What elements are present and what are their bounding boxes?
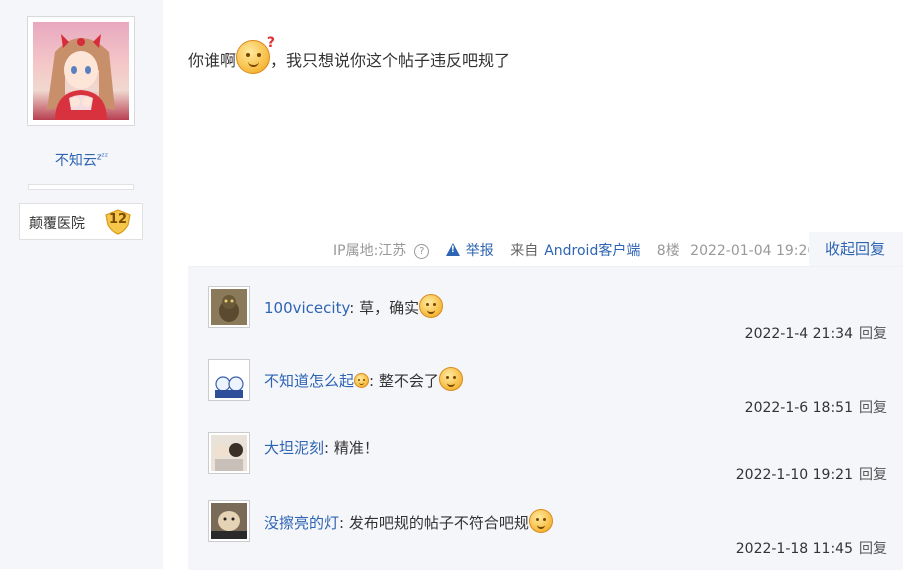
author-avatar[interactable] <box>27 16 135 126</box>
commenter-username[interactable]: 不知道怎么起 <box>264 372 354 390</box>
ip-location: IP属地:江苏? <box>333 243 435 259</box>
report-label: 举报 <box>465 243 494 259</box>
comment-text-row: 100vicecity: 草，确实 <box>264 294 444 318</box>
post-source: 来自 Android客户端 <box>510 243 646 259</box>
reply-link[interactable]: 回复 <box>859 467 887 483</box>
badge-level-number: 12 <box>108 212 128 227</box>
smile-emoji-icon <box>528 509 553 533</box>
source-prefix: 来自 <box>510 243 539 259</box>
dog-avatar-image <box>211 503 247 539</box>
comment-footer: 2022-1-6 18:51 回复 <box>745 397 887 417</box>
warning-triangle-icon <box>445 243 460 256</box>
report-link[interactable]: 举报 <box>445 243 500 259</box>
reply-link[interactable]: 回复 <box>859 400 887 416</box>
commenter-avatar[interactable] <box>208 500 250 542</box>
comment-footer: 2022-1-18 11:45 回复 <box>736 538 887 558</box>
comment-list: 100vicecity: 草，确实 2022-1-4 21:34 回复 不知道怎么… <box>188 266 903 570</box>
commenter-avatar[interactable] <box>208 359 250 401</box>
comment-text-row: 没擦亮的灯: 发布吧规的帖子不符合吧规 <box>264 509 553 533</box>
author-name-row: 不知云zᶻᶻ <box>0 150 163 170</box>
laughing-emoji-icon <box>438 367 463 391</box>
question-mark: ? <box>266 35 276 51</box>
comment-time: 2022-1-10 19:21 <box>735 467 853 483</box>
author-exp-bar <box>28 184 134 190</box>
floor-number: 8楼 <box>656 243 680 259</box>
author-sidebar: 不知云zᶻᶻ 颠覆医院 12 <box>0 0 163 569</box>
cartoon-avatar-image <box>211 362 247 398</box>
commenter-username[interactable]: 大坦泥刻 <box>264 439 324 457</box>
commenter-avatar[interactable] <box>208 432 250 474</box>
post-text-before: 你谁啊 <box>188 51 237 70</box>
badge-forum-name: 颠覆医院 <box>29 216 85 232</box>
commenter-avatar[interactable] <box>208 286 250 328</box>
forum-badge[interactable]: 颠覆医院 12 <box>19 203 143 240</box>
smile-emoji-icon <box>419 294 444 318</box>
comment-footer: 2022-1-10 19:21 回复 <box>736 464 887 484</box>
ip-location-text: IP属地:江苏 <box>333 243 407 259</box>
comment-time: 2022-1-6 18:51 <box>744 400 853 416</box>
commenter-username[interactable]: 没擦亮的灯 <box>264 514 339 532</box>
cat-avatar-image <box>211 289 247 325</box>
anime-girl-avatar-image <box>33 22 129 120</box>
collapse-replies-button[interactable]: 收起回复 <box>809 232 903 266</box>
post-timestamp: 2022-01-04 19:26 <box>690 243 817 259</box>
author-username-link[interactable]: 不知云 <box>55 153 97 169</box>
comment-time: 2022-1-4 21:34 <box>744 326 853 342</box>
comment-text: 整不会了 <box>378 372 439 390</box>
post-body: 你谁啊? ，我只想说你这个帖子违反吧规了 <box>188 35 511 74</box>
reply-link[interactable]: 回复 <box>859 541 887 557</box>
girls-avatar-image <box>211 435 247 471</box>
sleep-status-icon: zᶻᶻ <box>96 152 109 163</box>
post-meta-row: IP属地:江苏? 举报 来自 Android客户端 8楼 2022-01-04 1… <box>333 240 822 260</box>
smile-emoji-icon <box>354 373 370 388</box>
comment-text: 发布吧规的帖子不符合吧规 <box>348 514 529 532</box>
comment-time: 2022-1-18 11:45 <box>735 541 853 557</box>
comment-text-row: 大坦泥刻: 精准！ <box>264 439 379 457</box>
comment-footer: 2022-1-4 21:34 回复 <box>745 323 887 343</box>
commenter-username[interactable]: 100vicecity <box>264 299 349 317</box>
reply-link[interactable]: 回复 <box>859 326 887 342</box>
post-text-after: ，我只想说你这个帖子违反吧规了 <box>270 51 511 70</box>
client-link[interactable]: Android客户端 <box>544 243 640 259</box>
question-circle-icon[interactable]: ? <box>414 244 430 259</box>
comment-text: 草，确实 <box>359 299 420 317</box>
level-shield-icon: 12 <box>104 209 132 235</box>
comment-text: 精准！ <box>333 439 379 457</box>
confused-emoji-icon: ? <box>236 35 275 74</box>
comment-text-row: 不知道怎么起: 整不会了 <box>264 367 463 391</box>
